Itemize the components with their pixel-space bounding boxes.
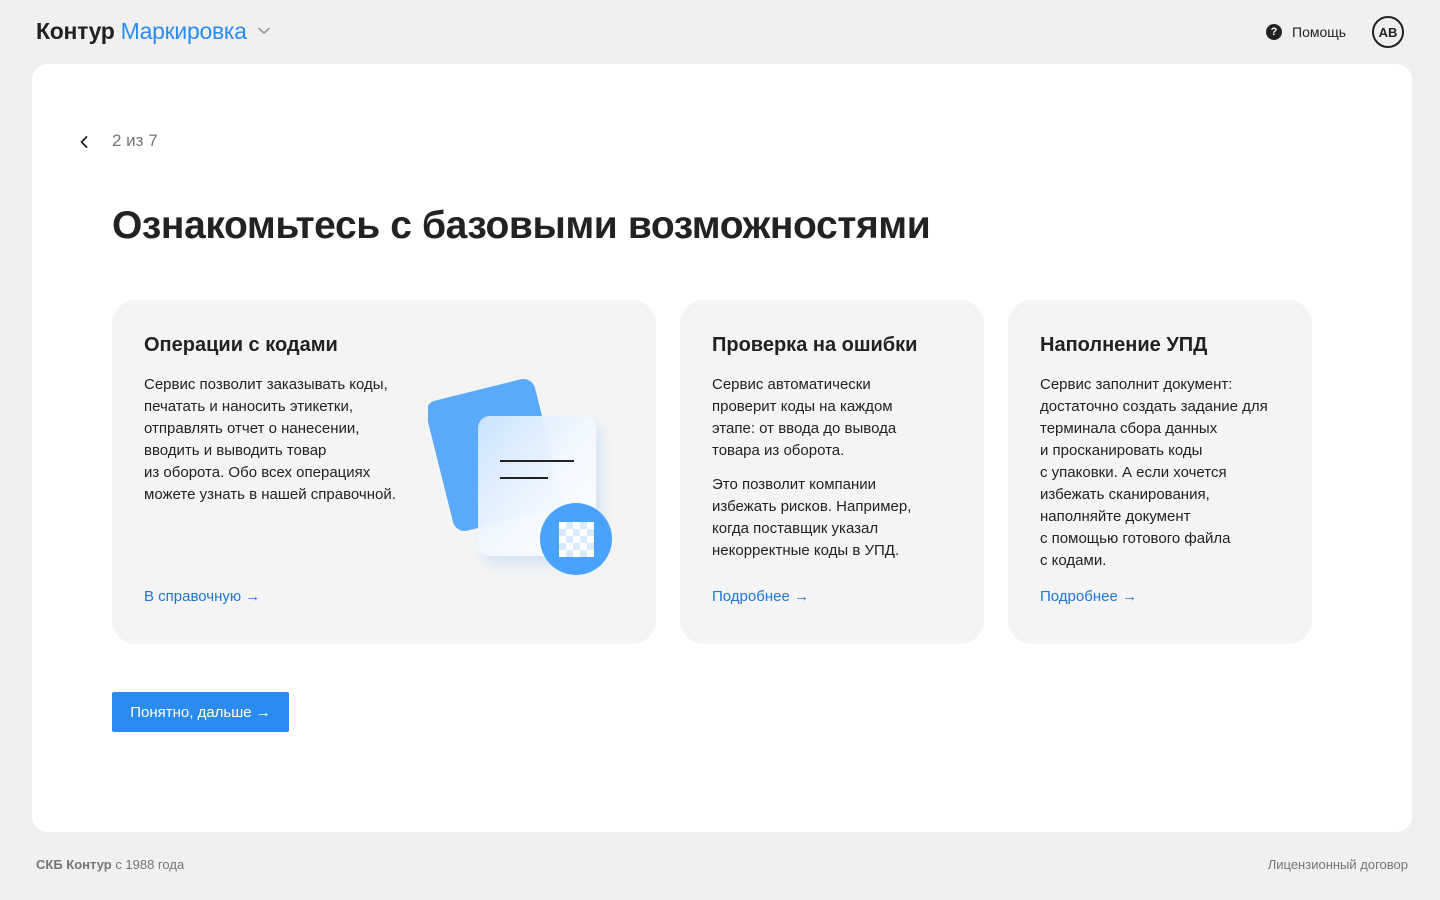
card-title: Наполнение УПД (1040, 334, 1208, 356)
help-center-link[interactable]: В справочную → (144, 588, 260, 605)
card-upd-filling: Наполнение УПД Сервис заполнит документ:… (1008, 300, 1312, 644)
document-code-illustration (428, 378, 612, 575)
card-description: Сервис заполнит документ: достаточно соз… (1040, 376, 1268, 569)
step-counter: 2 из 7 (112, 131, 158, 150)
card-code-operations: Операции с кодами Сервис позволит заказы… (112, 300, 656, 644)
main-panel: 2 из 7 Ознакомьтесь с базовыми возможнос… (32, 64, 1412, 832)
card-description: Сервис автоматически проверит коды на ка… (712, 376, 897, 459)
chevron-down-icon (257, 24, 271, 38)
question-icon: ? (1266, 24, 1282, 40)
help-button[interactable]: ? Помощь (1266, 22, 1346, 42)
page-title: Ознакомьтесь с базовыми возможностями (112, 204, 931, 247)
back-button[interactable] (76, 130, 92, 154)
card-error-check: Проверка на ошибки Сервис автоматически … (680, 300, 984, 644)
card-description-extra: Это позволит компании избежать рисков. Н… (712, 476, 912, 559)
next-button[interactable]: Понятно, дальше → (112, 692, 289, 732)
more-link[interactable]: Подробнее → (712, 588, 809, 605)
footer-copyright: СКБ Контур с 1988 года (36, 857, 184, 872)
help-label: Помощь (1292, 24, 1347, 40)
more-link[interactable]: Подробнее → (1040, 588, 1137, 605)
brand-name: Контур (36, 17, 115, 44)
card-title: Проверка на ошибки (712, 334, 918, 356)
card-title: Операции с кодами (144, 334, 338, 356)
company-since: с 1988 года (111, 857, 185, 872)
card-description: Сервис позволит заказывать коды, печатат… (144, 376, 396, 503)
avatar[interactable]: АВ (1372, 16, 1404, 48)
product-switcher[interactable]: Контур Маркировка (36, 16, 271, 46)
company-name: СКБ Контур (36, 857, 112, 872)
license-link[interactable]: Лицензионный договор (1268, 857, 1408, 872)
product-name: Маркировка (120, 17, 247, 44)
top-header: Контур Маркировка ? Помощь АВ (0, 0, 1440, 64)
chevron-left-icon (80, 136, 88, 148)
